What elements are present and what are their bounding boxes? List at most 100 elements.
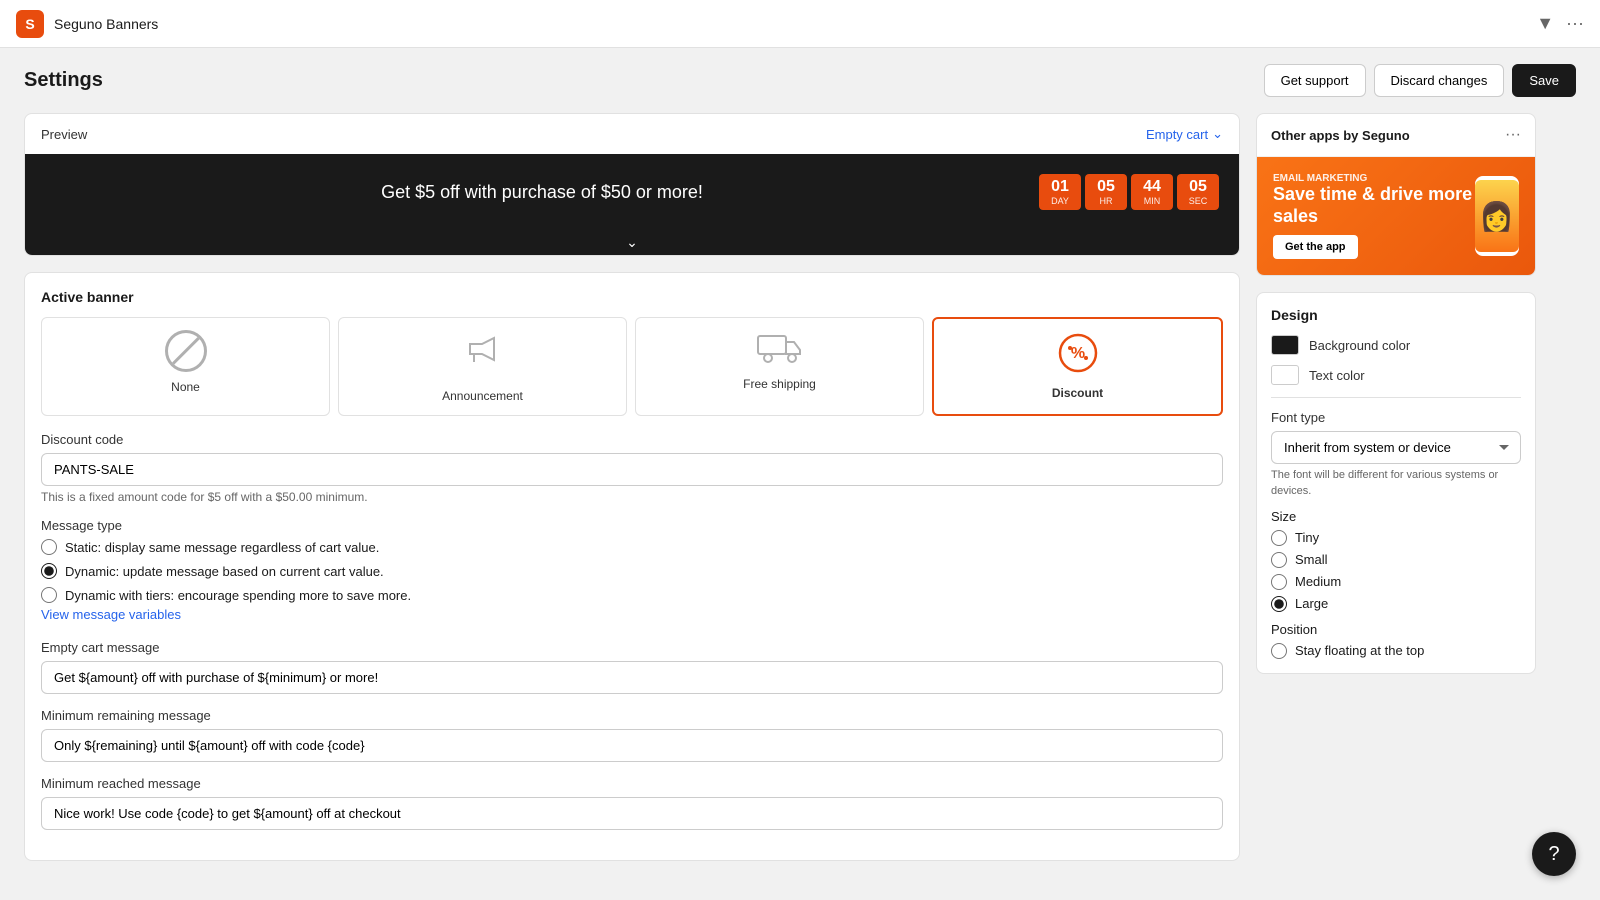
- other-apps-header: Other apps by Seguno ···: [1257, 114, 1535, 157]
- text-color-label: Text color: [1309, 368, 1365, 383]
- message-type-dynamic-tiers-radio[interactable]: [41, 587, 57, 603]
- discount-code-hint: This is a fixed amount code for $5 off w…: [41, 490, 1223, 504]
- ad-phone: 👩: [1475, 176, 1519, 256]
- discount-code-group: Discount code This is a fixed amount cod…: [41, 432, 1223, 504]
- size-medium[interactable]: Medium: [1271, 574, 1521, 590]
- more-options-icon[interactable]: ···: [1566, 13, 1584, 34]
- position-floating-top-radio[interactable]: [1271, 643, 1287, 659]
- size-group: Size Tiny Small Medium: [1271, 509, 1521, 612]
- font-type-group: Font type Inherit from system or device …: [1271, 410, 1521, 499]
- page-title: Settings: [24, 69, 103, 92]
- banner-type-selector: None Announcement: [41, 317, 1223, 416]
- size-large[interactable]: Large: [1271, 596, 1521, 612]
- position-floating-top[interactable]: Stay floating at the top: [1271, 643, 1521, 659]
- profile-icon[interactable]: ▼: [1536, 13, 1554, 34]
- get-support-button[interactable]: Get support: [1264, 64, 1366, 97]
- countdown-min-value: 44: [1139, 178, 1165, 196]
- message-type-dynamic-radio[interactable]: [41, 563, 57, 579]
- message-type-dynamic-tiers[interactable]: Dynamic with tiers: encourage spending m…: [41, 587, 1223, 603]
- countdown-min-label: MIN: [1139, 196, 1165, 206]
- ad-headline: Save time & drive more sales: [1273, 184, 1475, 227]
- ad-text-block: EMAIL MARKETING Save time & drive more s…: [1273, 173, 1475, 259]
- countdown-hr-label: HR: [1093, 196, 1119, 206]
- background-color-row: Background color: [1271, 335, 1521, 355]
- page-header: Settings Get support Discard changes Sav…: [0, 48, 1600, 113]
- banner-type-free-shipping[interactable]: Free shipping: [635, 317, 924, 416]
- preview-header: Preview Empty cart ⌄: [25, 114, 1239, 154]
- minimum-reached-message-group: Minimum reached message: [41, 776, 1223, 830]
- size-large-radio[interactable]: [1271, 596, 1287, 612]
- save-button[interactable]: Save: [1512, 64, 1576, 97]
- size-tiny[interactable]: Tiny: [1271, 530, 1521, 546]
- main-content: Preview Empty cart ⌄ Get $5 off with pur…: [0, 113, 1560, 885]
- message-type-label: Message type: [41, 518, 1223, 533]
- background-color-label: Background color: [1309, 338, 1410, 353]
- topbar-right: ▼ ···: [1536, 13, 1584, 34]
- svg-text:%: %: [1070, 345, 1084, 362]
- size-tiny-radio[interactable]: [1271, 530, 1287, 546]
- message-type-static[interactable]: Static: display same message regardless …: [41, 539, 1223, 555]
- app-icon: S: [16, 10, 44, 38]
- position-group: Position Stay floating at the top: [1271, 622, 1521, 659]
- banner-type-none[interactable]: None: [41, 317, 330, 416]
- minimum-remaining-message-label: Minimum remaining message: [41, 708, 1223, 723]
- other-apps-title: Other apps by Seguno: [1271, 128, 1410, 143]
- preview-card: Preview Empty cart ⌄ Get $5 off with pur…: [24, 113, 1240, 256]
- discount-icon: %: [1056, 331, 1100, 378]
- minimum-reached-message-label: Minimum reached message: [41, 776, 1223, 791]
- size-medium-label: Medium: [1295, 574, 1341, 589]
- ad-phone-inner: 👩: [1475, 180, 1519, 252]
- empty-cart-message-label: Empty cart message: [41, 640, 1223, 655]
- ad-cta-button[interactable]: Get the app: [1273, 235, 1358, 259]
- help-button[interactable]: ?: [1532, 832, 1576, 876]
- countdown-sec: 05 SEC: [1177, 174, 1219, 210]
- discard-changes-button[interactable]: Discard changes: [1374, 64, 1505, 97]
- font-type-select[interactable]: Inherit from system or device Sans-serif…: [1271, 431, 1521, 464]
- empty-cart-button[interactable]: Empty cart ⌄: [1146, 126, 1223, 142]
- minimum-reached-message-input[interactable]: [41, 797, 1223, 830]
- banner-text: Get $5 off with purchase of $50 or more!: [45, 182, 1039, 203]
- message-type-group: Message type Static: display same messag…: [41, 518, 1223, 626]
- divider: [1271, 397, 1521, 398]
- other-apps-more-icon[interactable]: ···: [1505, 126, 1521, 144]
- other-apps-card: Other apps by Seguno ··· EMAIL MARKETING…: [1256, 113, 1536, 276]
- design-title: Design: [1271, 307, 1521, 323]
- topbar: S Seguno Banners ▼ ···: [0, 0, 1600, 48]
- help-icon: ?: [1548, 843, 1559, 866]
- size-large-label: Large: [1295, 596, 1328, 611]
- countdown-day-value: 01: [1047, 178, 1073, 196]
- font-type-hint: The font will be different for various s…: [1271, 468, 1521, 499]
- chevron-down-icon: ⌄: [1212, 126, 1223, 142]
- message-type-static-radio[interactable]: [41, 539, 57, 555]
- banner-type-discount[interactable]: % Discount: [932, 317, 1223, 416]
- design-card: Design Background color Text color Font …: [1256, 292, 1536, 674]
- preview-expand-icon[interactable]: ⌄: [25, 230, 1239, 255]
- countdown-hr-value: 05: [1093, 178, 1119, 196]
- banner-type-free-shipping-label: Free shipping: [743, 377, 816, 391]
- countdown-min: 44 MIN: [1131, 174, 1173, 210]
- announcement-icon: [462, 330, 504, 381]
- size-small-radio[interactable]: [1271, 552, 1287, 568]
- countdown-sec-label: SEC: [1185, 196, 1211, 206]
- active-banner-card: Active banner None: [24, 272, 1240, 861]
- discount-code-label: Discount code: [41, 432, 1223, 447]
- empty-cart-message-input[interactable]: [41, 661, 1223, 694]
- banner-type-announcement[interactable]: Announcement: [338, 317, 627, 416]
- size-label: Size: [1271, 509, 1521, 524]
- message-type-static-label: Static: display same message regardless …: [65, 540, 379, 555]
- size-medium-radio[interactable]: [1271, 574, 1287, 590]
- free-shipping-icon: [756, 330, 804, 369]
- view-message-variables-link[interactable]: View message variables: [41, 607, 181, 622]
- active-banner-title: Active banner: [41, 289, 1223, 305]
- empty-cart-message-group: Empty cart message: [41, 640, 1223, 694]
- left-panel: Preview Empty cart ⌄ Get $5 off with pur…: [24, 113, 1240, 861]
- font-type-label: Font type: [1271, 410, 1521, 425]
- minimum-remaining-message-input[interactable]: [41, 729, 1223, 762]
- message-type-dynamic[interactable]: Dynamic: update message based on current…: [41, 563, 1223, 579]
- banner-type-none-label: None: [171, 380, 200, 394]
- size-small[interactable]: Small: [1271, 552, 1521, 568]
- person-icon: 👩: [1479, 200, 1514, 233]
- discount-code-input[interactable]: [41, 453, 1223, 486]
- text-color-swatch[interactable]: [1271, 365, 1299, 385]
- background-color-swatch[interactable]: [1271, 335, 1299, 355]
